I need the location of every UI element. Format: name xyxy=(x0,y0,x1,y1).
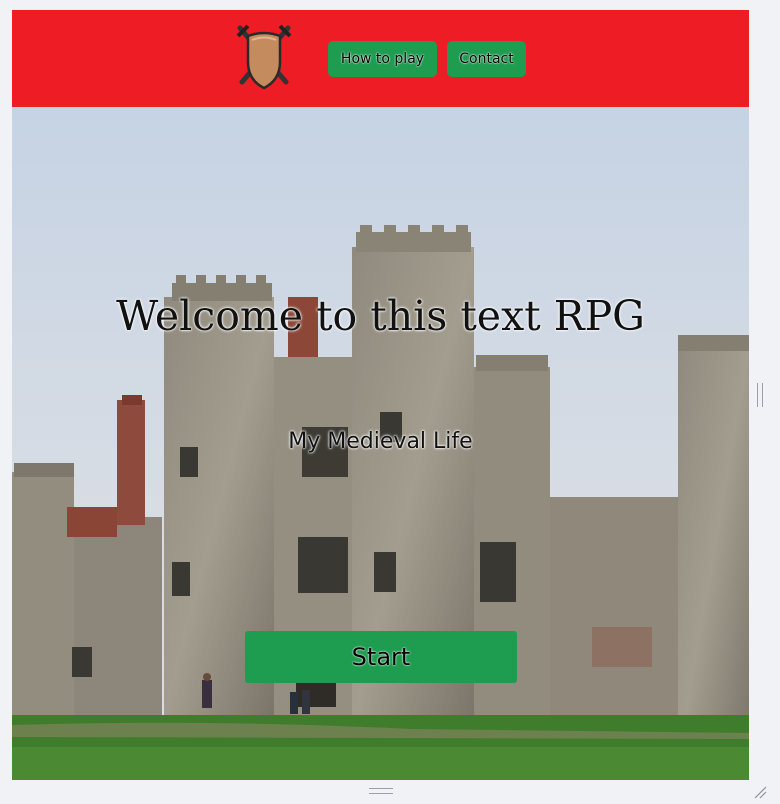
page-subtitle: My Medieval Life xyxy=(288,429,473,454)
shield-swords-icon[interactable] xyxy=(234,22,294,94)
page-title: Welcome to this text RPG xyxy=(116,292,645,340)
contact-button[interactable]: Contact xyxy=(447,41,526,77)
vertical-resize-handle[interactable] xyxy=(757,383,763,407)
start-button[interactable]: Start xyxy=(245,631,517,683)
hero-section: Welcome to this text RPG My Medieval Lif… xyxy=(12,107,749,780)
navbar: How to play Contact xyxy=(12,10,749,107)
horizontal-resize-handle[interactable] xyxy=(369,788,393,794)
page-frame: How to play Contact Welcome to this text… xyxy=(12,10,749,780)
how-to-play-button[interactable]: How to play xyxy=(328,41,437,77)
resize-grip-icon[interactable] xyxy=(752,784,768,800)
